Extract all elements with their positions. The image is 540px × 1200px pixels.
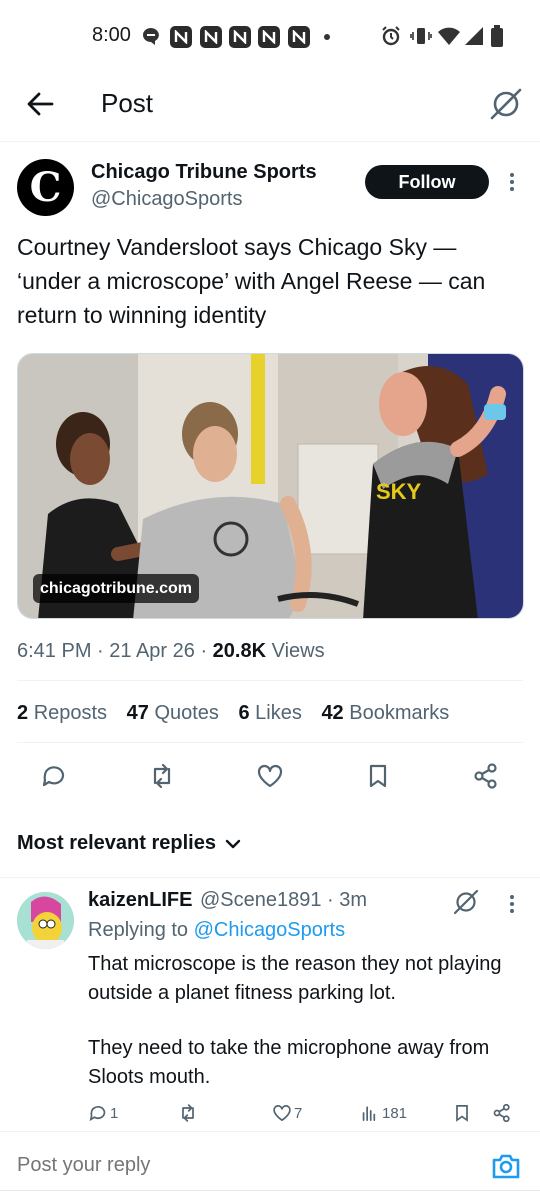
more-options-button[interactable] xyxy=(500,170,524,194)
reply-author-name[interactable]: kaizenLIFE xyxy=(88,889,192,912)
status-bar: 8:00 xyxy=(0,0,540,72)
app-notification-icon xyxy=(229,26,251,48)
back-button[interactable] xyxy=(22,86,58,122)
reply-text: That microscope is the reason they not p… xyxy=(88,950,528,1118)
likes-label: Likes xyxy=(255,702,302,724)
quotes-stat[interactable]: 47 Quotes xyxy=(127,702,219,724)
reply-grok-button[interactable] xyxy=(452,888,480,916)
more-vertical-icon xyxy=(510,173,514,191)
stats-divider xyxy=(17,742,523,743)
tweet-text: Courtney Vandersloot says Chicago Sky — … xyxy=(17,234,486,328)
status-time: 8:00 xyxy=(92,24,131,46)
bookmark-icon xyxy=(456,1105,468,1122)
replying-prefix: Replying to xyxy=(88,919,189,941)
reply-repost-button[interactable] xyxy=(178,1102,200,1124)
repost-icon xyxy=(153,763,171,789)
camera-button[interactable] xyxy=(491,1151,521,1181)
more-vertical-icon xyxy=(510,895,514,913)
reposts-label: Reposts xyxy=(33,702,108,724)
reply-like-button[interactable]: 7 xyxy=(272,1102,302,1124)
like-button[interactable] xyxy=(254,760,286,792)
app-notification-icon xyxy=(258,26,280,48)
grok-icon xyxy=(453,889,479,915)
chicago-tribune-logo: C xyxy=(29,164,62,211)
page-title: Post xyxy=(101,88,154,118)
vibrate-icon xyxy=(410,25,432,47)
link-domain-badge[interactable]: chicagotribune.com xyxy=(33,574,200,603)
reply-views-count: 181 xyxy=(382,1104,408,1122)
reply-replies-count: 1 xyxy=(110,1104,119,1122)
views-label: Views xyxy=(271,640,325,662)
tweet-stats: 2 Reposts 47 Quotes 6 Likes 42 Bookmarks xyxy=(17,702,463,725)
app-notification-icon xyxy=(200,26,222,48)
app-notification-icon xyxy=(170,26,192,48)
replies-sort-label: Most relevant replies xyxy=(17,832,216,854)
bookmarks-label: Bookmarks xyxy=(349,702,450,724)
grok-icon xyxy=(490,88,522,120)
share-icon xyxy=(493,1103,510,1123)
author-handle[interactable]: @ChicagoSports xyxy=(91,188,242,211)
app-notification-icon xyxy=(288,26,310,48)
repost-button[interactable] xyxy=(146,760,178,792)
tweet-time: 6:41 PM xyxy=(17,640,92,662)
reply-views-button[interactable]: 181 xyxy=(360,1102,407,1124)
chevron-down-icon xyxy=(225,839,241,848)
tweet-date: 21 Apr 26 xyxy=(109,640,195,662)
camera-icon xyxy=(492,1154,520,1179)
replying-to: Replying to @ChicagoSports xyxy=(88,919,345,942)
tweet-meta: 6:41 PM · 21 Apr 26 · 20.8K Views xyxy=(17,640,325,662)
bar-chart-icon xyxy=(362,1106,376,1121)
quotes-count: 47 xyxy=(126,702,149,724)
reposts-stat[interactable]: 2 Reposts xyxy=(17,702,107,724)
quotes-label: Quotes xyxy=(154,702,219,724)
author-avatar[interactable]: C xyxy=(17,159,74,216)
navigation-bar xyxy=(0,1190,540,1191)
grok-button[interactable] xyxy=(488,86,524,122)
share-icon xyxy=(474,763,497,789)
reply-reply-button[interactable]: 1 xyxy=(88,1102,118,1124)
alarm-icon xyxy=(380,25,402,47)
signal-icon xyxy=(463,25,485,47)
reply-icon xyxy=(89,1105,106,1122)
replies-divider xyxy=(0,877,540,878)
views-count: 20.8K xyxy=(212,640,267,662)
meta-divider xyxy=(17,680,523,681)
reply-paragraph: They need to take the microphone away fr… xyxy=(88,1037,490,1088)
reply-paragraph: That microscope is the reason they not p… xyxy=(88,953,502,1004)
bookmarks-stat[interactable]: 42 Bookmarks xyxy=(321,702,449,724)
share-button[interactable] xyxy=(470,760,502,792)
replying-handle-link[interactable]: @ChicagoSports xyxy=(194,919,345,941)
replies-sort-dropdown[interactable]: Most relevant replies xyxy=(17,832,242,855)
heart-icon xyxy=(273,1105,291,1122)
likes-stat[interactable]: 6 Likes xyxy=(238,702,301,724)
jersey-text: SKY xyxy=(376,479,422,504)
header-divider xyxy=(0,141,540,142)
follow-button[interactable]: Follow xyxy=(365,165,489,199)
cartoon-avatar xyxy=(17,892,74,949)
battery-icon xyxy=(490,24,504,48)
reposts-count: 2 xyxy=(17,702,29,724)
reply-input[interactable] xyxy=(17,1154,417,1177)
author-name[interactable]: Chicago Tribune Sports xyxy=(91,161,317,184)
arrow-left-icon xyxy=(27,92,54,116)
heart-icon xyxy=(257,764,283,788)
likes-count: 6 xyxy=(238,702,250,724)
wifi-icon xyxy=(437,25,461,47)
reply-author-handle[interactable]: @Scene1891 · 3m xyxy=(200,889,367,912)
reply-likes-count: 7 xyxy=(294,1104,303,1122)
bookmark-icon xyxy=(369,764,387,788)
message-icon xyxy=(141,26,161,46)
more-notifications-dot xyxy=(324,34,330,40)
reply-button[interactable] xyxy=(38,760,70,792)
bookmarks-count: 42 xyxy=(321,702,344,724)
bookmark-button[interactable] xyxy=(362,760,394,792)
reply-share-button[interactable] xyxy=(492,1102,514,1124)
repost-icon xyxy=(182,1104,194,1122)
reply-avatar[interactable] xyxy=(17,892,74,949)
reply-more-button[interactable] xyxy=(500,892,524,916)
reply-icon xyxy=(42,766,65,787)
reply-bookmark-button[interactable] xyxy=(452,1102,474,1124)
